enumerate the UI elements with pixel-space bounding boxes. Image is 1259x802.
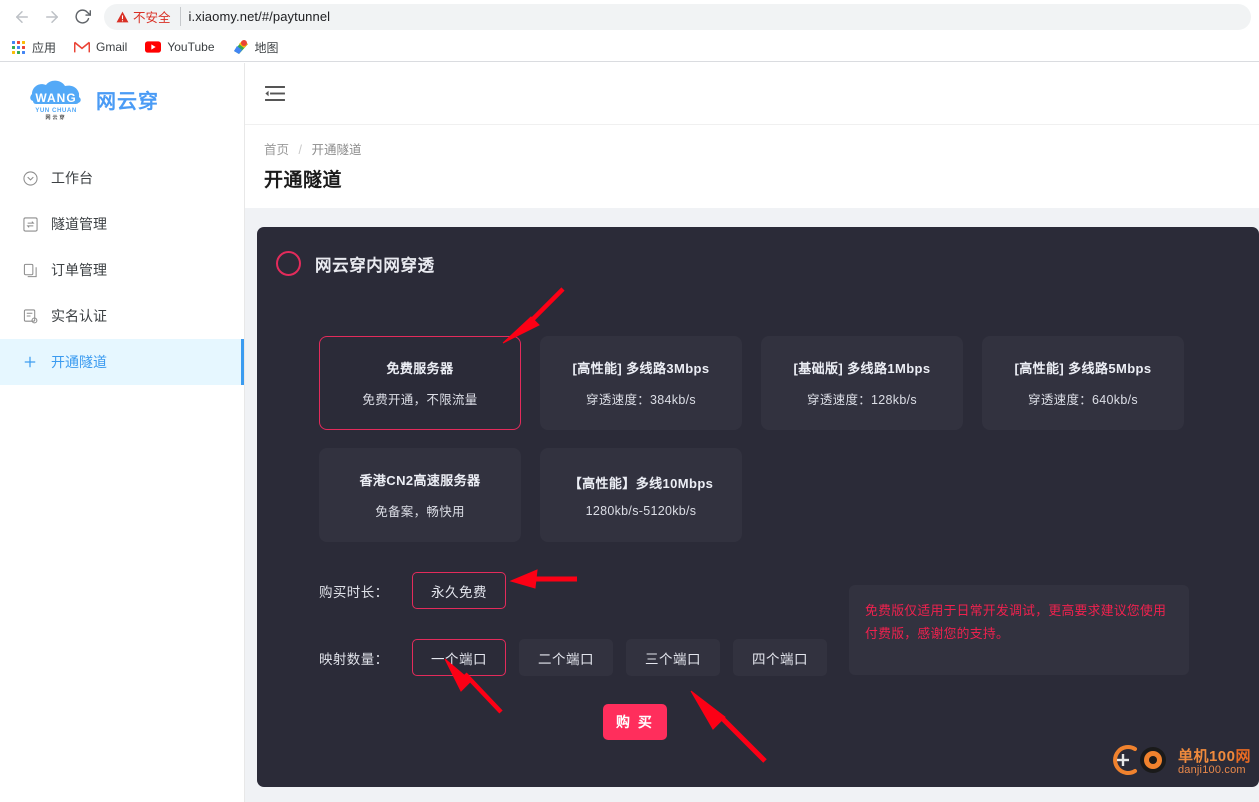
browser-window: 不安全 i.xiaomy.net/#/paytunnel 应用 Gmail <box>0 0 1259 802</box>
bookmark-label: Gmail <box>96 40 127 54</box>
app-header <box>245 63 1259 125</box>
page-viewport: WANG YUN CHUAN 网云穿 网云穿 工作台 <box>0 63 1259 802</box>
server-option-name: 免费服务器 <box>386 358 453 377</box>
duration-option-forever-free[interactable]: 永久免费 <box>412 572 506 609</box>
panel-title: 网云穿内网穿透 <box>315 252 435 276</box>
sidebar-item-identity-verification[interactable]: 实名认证 <box>0 293 244 339</box>
circle-outline-icon <box>276 251 301 276</box>
server-option-desc: 穿透速度：128kb/s <box>807 389 917 408</box>
reload-icon[interactable] <box>68 3 96 31</box>
sidebar-item-open-tunnel[interactable]: 开通隧道 <box>0 339 244 385</box>
server-option-name: 香港CN2高速服务器 <box>359 470 480 489</box>
main-content: 首页 / 开通隧道 开通隧道 网云穿内网穿透 免费服务器 免费开通，不限流量 <box>245 63 1259 802</box>
bookmark-youtube[interactable]: YouTube <box>145 39 214 55</box>
sidebar-item-workbench[interactable]: 工作台 <box>0 155 244 201</box>
watermark-line2: danji100.com <box>1178 765 1251 777</box>
warning-triangle-icon <box>116 11 129 23</box>
menu-fold-icon[interactable] <box>264 84 288 104</box>
orders-copy-icon <box>22 262 38 278</box>
server-option-card[interactable]: [高性能] 多线路3Mbps 穿透速度：384kb/s <box>540 336 742 430</box>
server-option-card[interactable]: 【高性能】多线10Mbps 1280kb/s-5120kb/s <box>540 448 742 542</box>
duration-label: 购买时长： <box>319 581 399 601</box>
security-indicator[interactable]: 不安全 <box>116 7 181 26</box>
watermark-line1-suffix: 网 <box>1235 748 1251 765</box>
sidebar-item-label: 订单管理 <box>51 260 107 280</box>
wang-yun-chuan-logo-icon: WANG YUN CHUAN 网云穿 <box>28 77 84 121</box>
dashboard-icon <box>22 170 38 186</box>
port-option-2[interactable]: 二个端口 <box>519 639 613 676</box>
breadcrumb-home[interactable]: 首页 <box>264 143 289 157</box>
bookmark-label: YouTube <box>167 40 214 54</box>
watermark-line1: 单机100 <box>1178 748 1236 765</box>
server-option-desc: 穿透速度：640kb/s <box>1028 389 1138 408</box>
port-option-3[interactable]: 三个端口 <box>626 639 720 676</box>
page-title: 开通隧道 <box>264 165 1259 192</box>
back-icon[interactable] <box>8 3 36 31</box>
google-maps-icon <box>233 39 249 55</box>
bookmark-maps[interactable]: 地图 <box>233 39 279 56</box>
server-option-name: [高性能] 多线路5Mbps <box>1014 358 1151 377</box>
identity-form-icon <box>22 308 38 324</box>
sidebar-item-label: 实名认证 <box>51 306 107 326</box>
sidebar-item-label: 隧道管理 <box>51 214 107 234</box>
page-header: 首页 / 开通隧道 开通隧道 <box>245 125 1259 208</box>
server-option-card[interactable]: [基础版] 多线路1Mbps 穿透速度：128kb/s <box>761 336 963 430</box>
youtube-icon <box>145 39 161 55</box>
free-plan-notice: 免费版仅适用于日常开发调试，更高要求建议您使用付费版，感谢您的支持。 <box>849 585 1189 675</box>
server-option-card[interactable]: 免费服务器 免费开通，不限流量 <box>319 336 521 430</box>
forward-icon[interactable] <box>38 3 66 31</box>
address-bar[interactable]: 不安全 i.xiaomy.net/#/paytunnel <box>104 4 1251 30</box>
ports-label: 映射数量： <box>319 648 399 668</box>
sidebar-item-label: 开通隧道 <box>51 352 107 372</box>
bookmark-label: 地图 <box>255 39 279 56</box>
security-label: 不安全 <box>133 7 171 26</box>
breadcrumb-current: 开通隧道 <box>311 143 361 157</box>
server-option-desc: 1280kb/s-5120kb/s <box>586 504 697 518</box>
bookmark-label: 应用 <box>32 39 56 56</box>
server-option-card[interactable]: 香港CN2高速服务器 免备案，畅快用 <box>319 448 521 542</box>
gmail-icon <box>74 39 90 55</box>
url-text: i.xiaomy.net/#/paytunnel <box>189 9 331 24</box>
server-option-card[interactable]: [高性能] 多线路5Mbps 穿透速度：640kb/s <box>982 336 1184 430</box>
browser-toolbar: 不安全 i.xiaomy.net/#/paytunnel <box>0 0 1259 33</box>
svg-text:YUN CHUAN: YUN CHUAN <box>35 107 77 114</box>
buy-button[interactable]: 购 买 <box>603 704 667 740</box>
apps-grid-icon <box>10 39 26 55</box>
server-option-list: 免费服务器 免费开通，不限流量 [高性能] 多线路3Mbps 穿透速度：384k… <box>257 284 1197 542</box>
purchase-panel: 网云穿内网穿透 免费服务器 免费开通，不限流量 [高性能] 多线路3Mbps 穿… <box>257 227 1259 787</box>
danji100-logo-icon <box>1109 742 1171 783</box>
bookmarks-bar: 应用 Gmail YouTube 地图 <box>0 33 1259 62</box>
server-option-desc: 穿透速度：384kb/s <box>586 389 696 408</box>
brand-logo[interactable]: WANG YUN CHUAN 网云穿 网云穿 <box>0 63 244 135</box>
bookmark-gmail[interactable]: Gmail <box>74 39 127 55</box>
watermark: 单机100网 danji100.com <box>1109 742 1251 783</box>
breadcrumb-separator: / <box>299 143 302 157</box>
server-option-name: [高性能] 多线路3Mbps <box>572 358 709 377</box>
tunnel-swap-icon <box>22 216 38 232</box>
panel-title-row: 网云穿内网穿透 <box>257 251 1259 276</box>
svg-text:网云穿: 网云穿 <box>45 114 66 121</box>
svg-text:WANG: WANG <box>35 91 76 105</box>
buy-button-row: 购 买 <box>257 704 1259 740</box>
sidebar-item-label: 工作台 <box>51 168 93 188</box>
panel-wrapper: 网云穿内网穿透 免费服务器 免费开通，不限流量 [高性能] 多线路3Mbps 穿… <box>245 208 1259 787</box>
brand-name: 网云穿 <box>96 85 159 114</box>
bookmark-apps[interactable]: 应用 <box>10 39 56 56</box>
server-option-desc: 免费开通，不限流量 <box>362 389 477 408</box>
breadcrumb: 首页 / 开通隧道 <box>264 139 1259 158</box>
port-option-1[interactable]: 一个端口 <box>412 639 506 676</box>
server-option-name: 【高性能】多线10Mbps <box>569 473 714 492</box>
server-option-desc: 免备案，畅快用 <box>375 501 465 520</box>
sidebar: WANG YUN CHUAN 网云穿 网云穿 工作台 <box>0 63 245 802</box>
sidebar-item-tunnel-management[interactable]: 隧道管理 <box>0 201 244 247</box>
plus-icon <box>22 354 38 370</box>
sidebar-item-order-management[interactable]: 订单管理 <box>0 247 244 293</box>
port-option-4[interactable]: 四个端口 <box>733 639 827 676</box>
sidebar-menu: 工作台 隧道管理 订单管理 <box>0 155 244 385</box>
server-option-name: [基础版] 多线路1Mbps <box>793 358 930 377</box>
